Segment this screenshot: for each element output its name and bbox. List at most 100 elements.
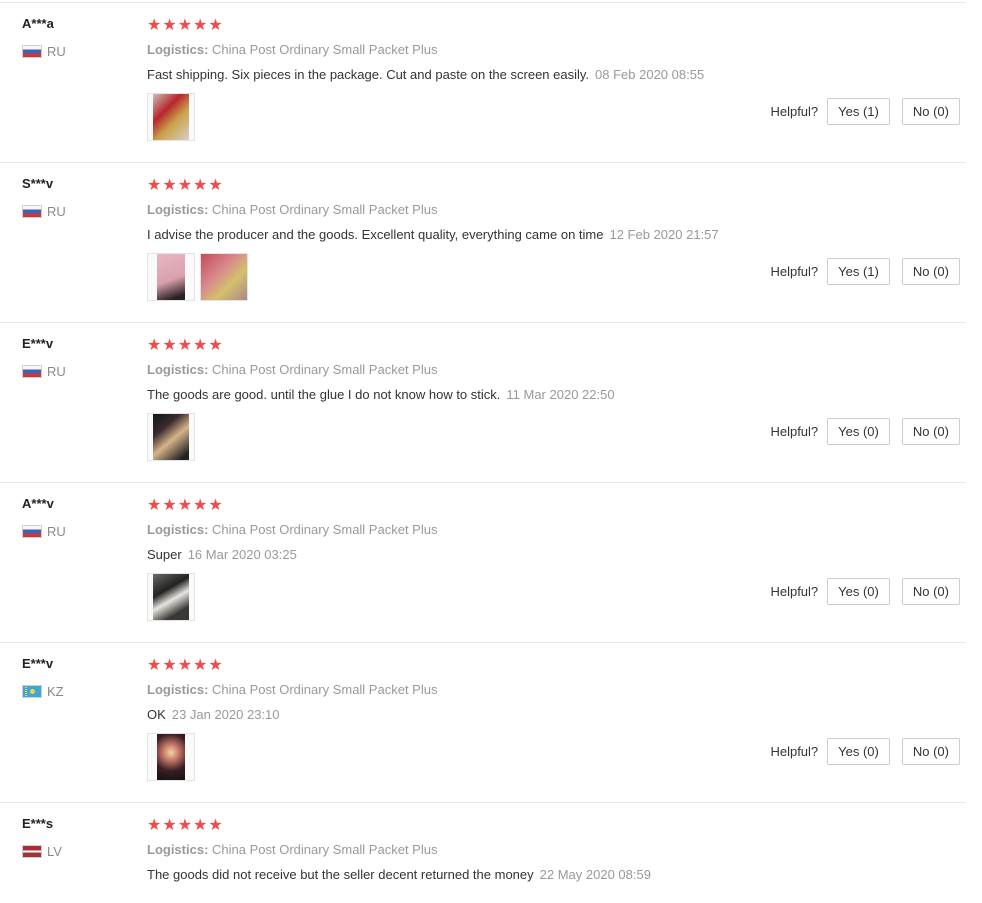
flag-ru-icon [22,204,42,218]
logistics-value: China Post Ordinary Small Packet Plus [212,362,438,377]
review-text: OK [147,707,166,722]
review-item: A***v RU ★★★★★ Logistics: China Post Ord… [0,483,966,643]
review-date: 08 Feb 2020 08:55 [595,67,705,82]
review-photo [157,254,185,300]
review-feed: A***a RU ★★★★★ Logistics: China Post Ord… [0,3,966,903]
country-code: LV [47,843,62,859]
helpful-no-button[interactable]: No (0) [901,418,960,445]
review-photo-thumbnail[interactable] [147,573,195,621]
reviewer-country: LV [22,843,62,859]
review-photo [157,734,185,780]
country-code: KZ [47,683,64,699]
review-date: 16 Mar 2020 03:25 [187,547,297,562]
review-item: E***v RU ★★★★★ Logistics: China Post Ord… [0,323,966,483]
review-photo [153,574,189,620]
flag-ru-icon [22,524,42,538]
helpful-label: Helpful? [770,104,819,119]
helpful-label: Helpful? [770,744,819,759]
review-photo [201,254,247,300]
review-text-line: The goods did not receive but the seller… [147,867,966,883]
reviewer-name: A***v [22,496,54,511]
review-text: The goods are good. until the glue I do … [147,387,501,402]
review-item: S***v RU ★★★★★ Logistics: China Post Ord… [0,163,966,323]
review-text-line: The goods are good. until the glue I do … [147,387,966,403]
flag-ru-icon [22,44,42,58]
logistics-value: China Post Ordinary Small Packet Plus [212,842,438,857]
review-content: ★★★★★ Logistics: China Post Ordinary Sma… [147,817,966,883]
review-photo-thumbnail[interactable] [200,253,248,301]
review-item: A***a RU ★★★★★ Logistics: China Post Ord… [0,3,966,163]
helpful-vote: Helpful? Yes (0) No (0) [770,738,960,765]
helpful-no-button[interactable]: No (0) [901,258,960,285]
logistics-line: Logistics: China Post Ordinary Small Pac… [147,202,966,218]
review-photos [147,93,195,141]
reviewer-country: KZ [22,683,64,699]
star-rating: ★★★★★ [147,337,224,354]
reviewer-country: RU [22,203,66,219]
helpful-vote: Helpful? Yes (0) No (0) [770,418,960,445]
logistics-label: Logistics: [147,842,209,857]
flag-lv-icon [22,844,42,858]
logistics-label: Logistics: [147,202,209,217]
review-content: ★★★★★ Logistics: China Post Ordinary Sma… [147,497,966,563]
helpful-yes-button[interactable]: Yes (1) [827,98,890,125]
reviewer-name: E***s [22,816,54,831]
star-rating: ★★★★★ [147,177,224,194]
helpful-vote: Helpful? Yes (1) No (0) [770,98,960,125]
country-code: RU [47,43,66,59]
country-code: RU [47,523,66,539]
helpful-no-button[interactable]: No (0) [901,578,960,605]
reviewer-country: RU [22,363,66,379]
helpful-no-button[interactable]: No (0) [901,738,960,765]
logistics-value: China Post Ordinary Small Packet Plus [212,202,438,217]
helpful-label: Helpful? [770,584,819,599]
logistics-label: Logistics: [147,362,209,377]
review-photo-thumbnail[interactable] [147,253,195,301]
star-rating: ★★★★★ [147,17,224,34]
logistics-line: Logistics: China Post Ordinary Small Pac… [147,42,966,58]
logistics-value: China Post Ordinary Small Packet Plus [212,42,438,57]
review-text-line: I advise the producer and the goods. Exc… [147,227,966,243]
logistics-label: Logistics: [147,42,209,57]
reviewer-country: RU [22,523,66,539]
logistics-line: Logistics: China Post Ordinary Small Pac… [147,522,966,538]
review-text: The goods did not receive but the seller… [147,867,534,882]
review-item: E***v KZ ★★★★★ Logistics: China Post Ord… [0,643,966,803]
logistics-label: Logistics: [147,522,209,537]
review-text-line: Super 16 Mar 2020 03:25 [147,547,966,563]
star-rating: ★★★★★ [147,497,224,514]
flag-ru-icon [22,364,42,378]
review-content: ★★★★★ Logistics: China Post Ordinary Sma… [147,657,966,723]
review-photo [153,94,189,140]
reviewer-name: E***v [22,656,54,671]
review-photo [153,414,189,460]
review-photo-thumbnail[interactable] [147,413,195,461]
helpful-label: Helpful? [770,264,819,279]
review-text: Super [147,547,182,562]
helpful-yes-button[interactable]: Yes (0) [827,418,890,445]
reviewer-name: S***v [22,176,54,191]
review-photo-thumbnail[interactable] [147,733,195,781]
reviewer-name: A***a [22,16,54,31]
review-text: Fast shipping. Six pieces in the package… [147,67,590,82]
star-rating: ★★★★★ [147,817,224,834]
review-photos [147,253,248,301]
review-date: 12 Feb 2020 21:57 [609,227,719,242]
star-rating: ★★★★★ [147,657,224,674]
helpful-yes-button[interactable]: Yes (1) [827,258,890,285]
review-text: I advise the producer and the goods. Exc… [147,227,604,242]
helpful-yes-button[interactable]: Yes (0) [827,578,890,605]
review-photos [147,733,195,781]
reviewer-country: RU [22,43,66,59]
flag-kz-icon [22,684,42,698]
review-text-line: OK 23 Jan 2020 23:10 [147,707,966,723]
helpful-no-button[interactable]: No (0) [901,98,960,125]
logistics-line: Logistics: China Post Ordinary Small Pac… [147,842,966,858]
country-code: RU [47,203,66,219]
logistics-value: China Post Ordinary Small Packet Plus [212,682,438,697]
review-content: ★★★★★ Logistics: China Post Ordinary Sma… [147,337,966,403]
review-date: 11 Mar 2020 22:50 [506,387,615,402]
review-photo-thumbnail[interactable] [147,93,195,141]
logistics-line: Logistics: China Post Ordinary Small Pac… [147,362,966,378]
helpful-yes-button[interactable]: Yes (0) [827,738,890,765]
